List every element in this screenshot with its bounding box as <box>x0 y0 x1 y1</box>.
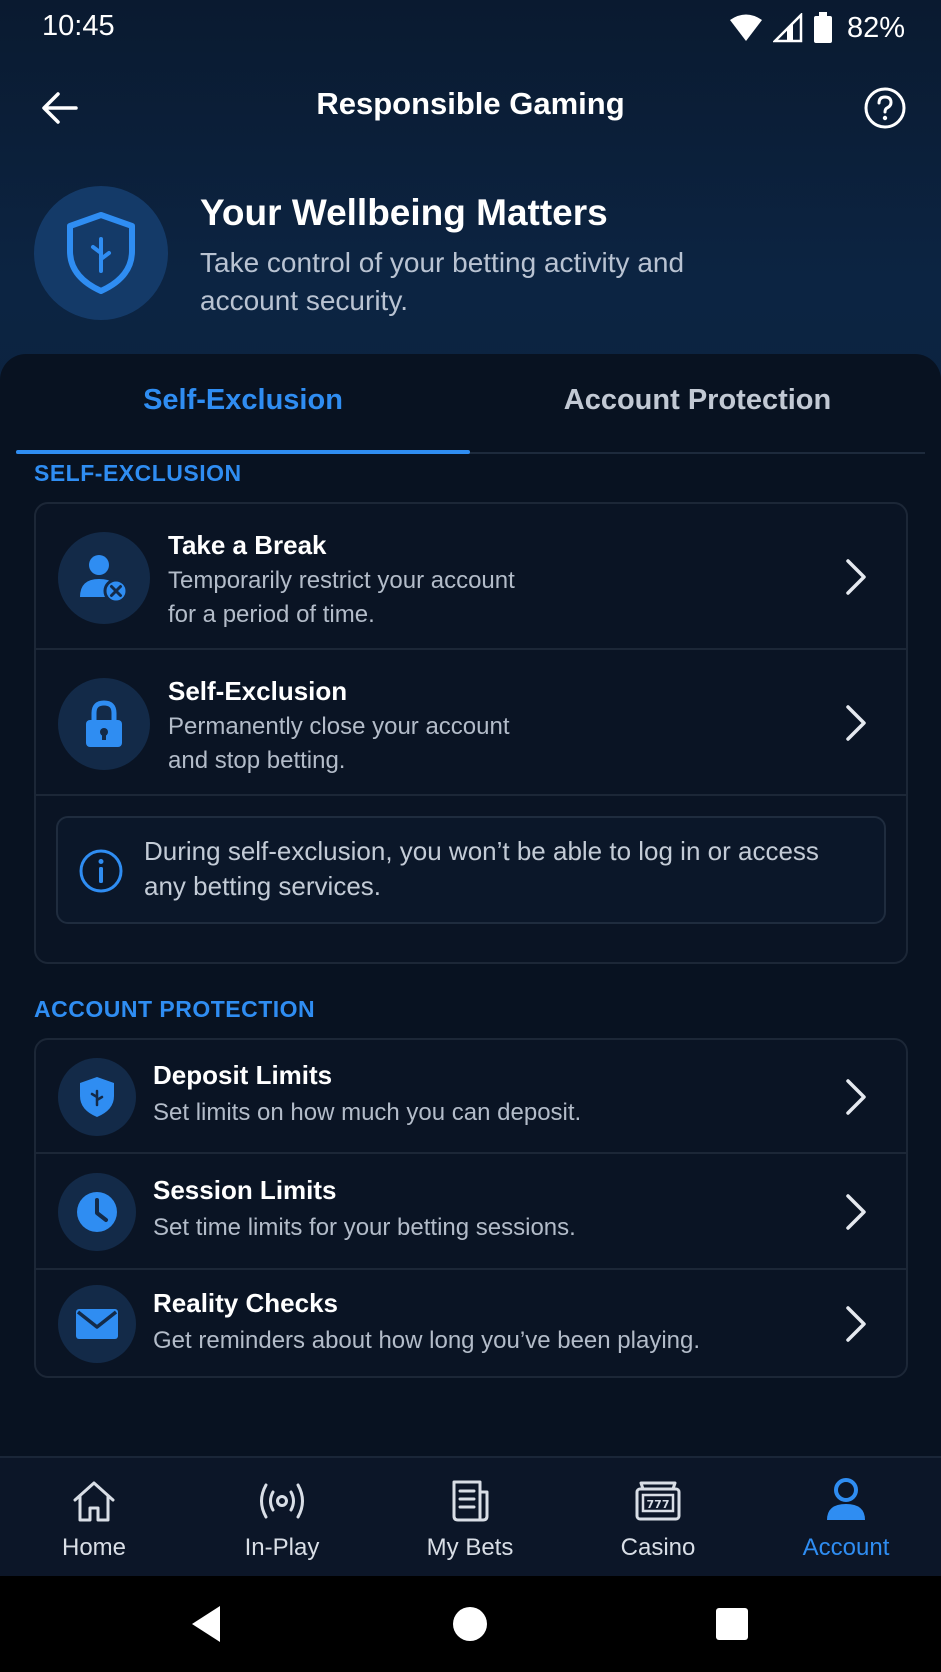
system-back-icon[interactable] <box>186 1602 230 1646</box>
tab-active-indicator <box>16 450 470 454</box>
row-description: Set limits on how much you can deposit. <box>153 1099 582 1126</box>
app-bar: Responsible Gaming <box>0 66 941 150</box>
list-item-session-limits[interactable]: Session Limits Set time limits for your … <box>36 1154 906 1270</box>
system-navigation-bar <box>0 1576 941 1672</box>
info-icon <box>79 849 123 893</box>
help-circle-icon <box>864 87 906 129</box>
info-text: During self-exclusion, you won’t be able… <box>144 836 819 901</box>
signal-icon <box>772 13 803 43</box>
list-item-take-a-break[interactable]: Take a Break Temporarily restrict your a… <box>36 504 906 650</box>
row-title: Take a Break <box>168 530 327 560</box>
section-label-self-exclusion: SELF-EXCLUSION <box>34 460 242 486</box>
self-exclusion-card: Take a Break Temporarily restrict your a… <box>34 502 908 964</box>
status-time: 10:45 <box>42 10 115 42</box>
list-item-self-exclusion[interactable]: Self-Exclusion Permanently close your ac… <box>36 650 906 796</box>
system-recents-icon[interactable] <box>710 1602 754 1646</box>
shield-icon <box>67 212 135 294</box>
lock-icon <box>86 700 122 747</box>
home-icon <box>73 1481 115 1522</box>
nav-item-casino[interactable]: 777 Casino <box>564 1458 752 1578</box>
nav-label: Home <box>61 1534 127 1561</box>
chevron-right-icon <box>846 1306 866 1342</box>
slot-machine-icon: 777 <box>635 1481 681 1521</box>
user-block-icon <box>80 555 129 604</box>
self-exclusion-info-box: During self-exclusion, you won’t be able… <box>56 816 886 924</box>
row-title: Deposit Limits <box>153 1060 333 1090</box>
nav-label: Casino <box>620 1534 696 1561</box>
chevron-right-icon <box>846 705 866 741</box>
help-button[interactable] <box>859 82 911 134</box>
content-sheet: Self-Exclusion Account Protection SELF-E… <box>0 354 941 1458</box>
hero-title: Your Wellbeing Matters <box>200 192 608 233</box>
hero-icon-badge <box>34 186 168 320</box>
row-icon-badge <box>58 1173 136 1251</box>
list-item-reality-checks[interactable]: Reality Checks Get reminders about how l… <box>36 1270 906 1376</box>
row-description: Permanently close your account and stop … <box>168 713 510 774</box>
section-label-account-protection: ACCOUNT PROTECTION <box>34 996 316 1022</box>
bottom-navigation: Home In-Play My Bets 777 Casino Account <box>0 1456 941 1576</box>
row-title: Self-Exclusion <box>168 676 348 706</box>
nav-item-in-play[interactable]: In-Play <box>188 1458 376 1578</box>
nav-label: Account <box>802 1534 890 1561</box>
svg-text:777: 777 <box>647 1498 670 1511</box>
row-description: Get reminders about how long you’ve been… <box>153 1327 701 1354</box>
tab-self-exclusion[interactable]: Self-Exclusion <box>16 384 470 428</box>
chevron-right-icon <box>846 559 866 595</box>
page-title: Responsible Gaming <box>316 86 625 121</box>
broadcast-icon <box>260 1483 304 1519</box>
nav-item-home[interactable]: Home <box>0 1458 188 1578</box>
row-icon-badge <box>58 1285 136 1363</box>
account-protection-card: Deposit Limits Set limits on how much yo… <box>34 1038 908 1378</box>
list-item-deposit-limits[interactable]: Deposit Limits Set limits on how much yo… <box>36 1040 906 1154</box>
row-icon-badge <box>58 1058 136 1136</box>
clock-icon <box>77 1192 117 1232</box>
system-home-icon[interactable] <box>448 1602 492 1646</box>
shield-icon <box>80 1077 114 1117</box>
chevron-right-icon <box>846 1079 866 1115</box>
status-bar: 10:45 82% <box>0 0 941 56</box>
tab-bar: Self-Exclusion Account Protection <box>16 354 925 454</box>
nav-item-my-bets[interactable]: My Bets <box>376 1458 564 1578</box>
wifi-icon <box>729 14 762 41</box>
row-icon-badge <box>58 678 150 770</box>
row-description: Temporarily restrict your account for a … <box>168 567 515 628</box>
mail-icon <box>76 1309 118 1339</box>
tab-account-protection[interactable]: Account Protection <box>470 384 925 428</box>
nav-item-account[interactable]: Account <box>752 1458 940 1578</box>
hero-subtitle: Take control of your betting activity an… <box>200 247 685 316</box>
nav-label: My Bets <box>426 1534 514 1561</box>
chevron-right-icon <box>846 1194 866 1230</box>
row-title: Session Limits <box>153 1175 337 1205</box>
battery-percentage: 82% <box>846 11 905 44</box>
nav-label: In-Play <box>244 1534 320 1561</box>
betslip-icon <box>452 1480 489 1522</box>
row-icon-badge <box>58 532 150 624</box>
status-icons: 82% <box>729 10 905 46</box>
user-icon <box>827 1478 865 1520</box>
row-title: Reality Checks <box>153 1288 338 1318</box>
battery-icon <box>813 12 832 43</box>
row-description: Set time limits for your betting session… <box>153 1214 576 1241</box>
